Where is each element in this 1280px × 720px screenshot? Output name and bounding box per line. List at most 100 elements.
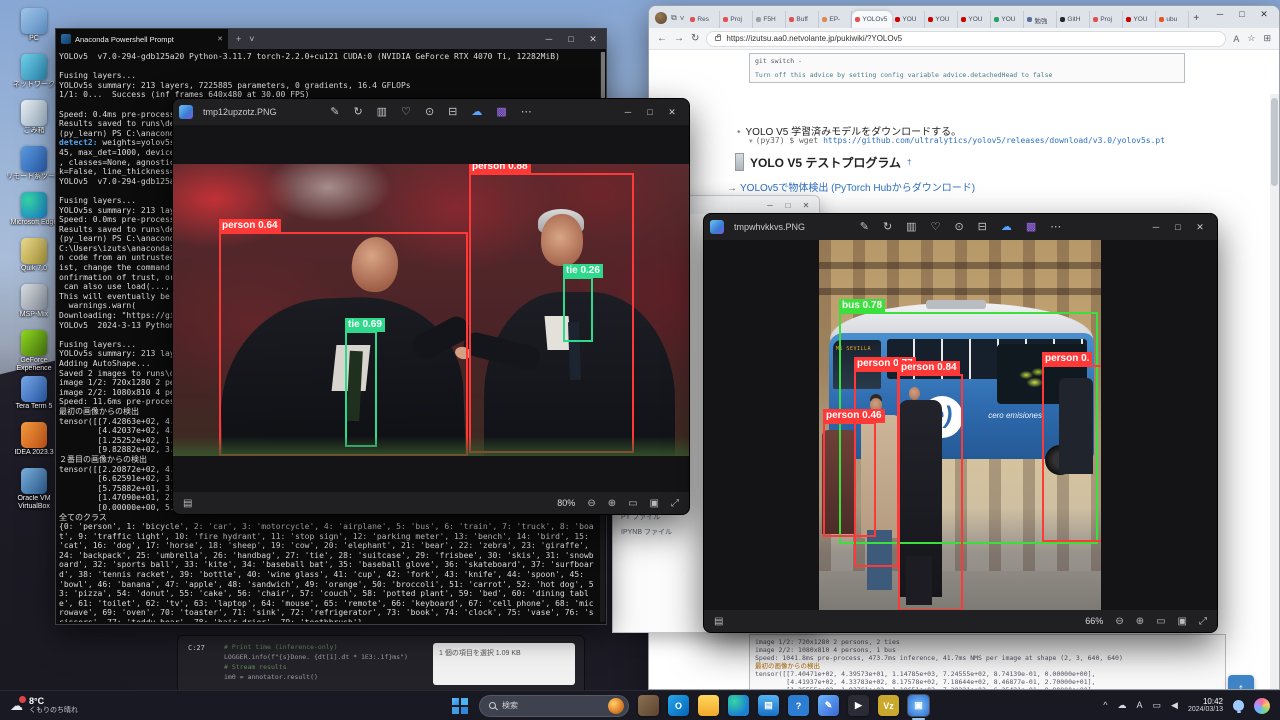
new-tab-button[interactable]: +: [1193, 13, 1199, 24]
zoom-icon[interactable]: ⊕: [608, 498, 616, 509]
taskbar-app-icon[interactable]: ✎: [818, 695, 839, 716]
zoom-icon[interactable]: ⊖: [1115, 616, 1123, 627]
profile-avatar[interactable]: [655, 12, 667, 24]
desktop-icon[interactable]: ごみ箱: [6, 100, 62, 144]
browser-tab[interactable]: YOU: [925, 11, 958, 28]
desktop-icon[interactable]: リモート系ツール: [6, 146, 62, 190]
browser-tab[interactable]: Proj: [1090, 11, 1123, 28]
tray-icon[interactable]: ◀: [1171, 700, 1178, 711]
toolbar-icon[interactable]: ♡: [931, 214, 941, 240]
zoom-icon[interactable]: ⊕: [1136, 616, 1144, 627]
url-bar[interactable]: https://izutsu.aa0.netvolante.jp/pukiwik…: [706, 31, 1226, 47]
minimize-button[interactable]: ─: [1209, 9, 1231, 20]
browser-tab[interactable]: YOU: [892, 11, 925, 28]
browser-tab[interactable]: ubu: [1156, 11, 1189, 28]
taskbar-weather-widget[interactable]: ☁ 8°C くもりのち晴れ: [0, 696, 88, 715]
browser-tab-active[interactable]: YOLOv5 ✕: [852, 11, 892, 28]
close-button[interactable]: ✕: [582, 34, 604, 45]
toolbar-icon[interactable]: ⋯: [1050, 214, 1061, 240]
maximize-button[interactable]: □: [1231, 9, 1253, 20]
desktop-icon[interactable]: Quik 7.0: [6, 238, 62, 282]
tray-icon[interactable]: ☁: [1118, 700, 1127, 711]
anchor-link[interactable]: †: [907, 158, 911, 167]
browser-tab[interactable]: 勉強: [1024, 11, 1057, 28]
taskbar-app-icon[interactable]: ▶: [848, 695, 869, 716]
scrollbar-thumb[interactable]: [1271, 98, 1278, 186]
browser-tab[interactable]: GitH: [1057, 11, 1090, 28]
maximize-button[interactable]: □: [779, 201, 797, 210]
minimize-button[interactable]: ─: [617, 107, 639, 118]
notification-bell-icon[interactable]: [1233, 700, 1244, 711]
maximize-button[interactable]: □: [639, 107, 661, 118]
photo-stage[interactable]: person 0.88 person 0.64 tie 0.69 tie 0.2…: [173, 125, 689, 492]
taskbar-app-icon[interactable]: Vz: [878, 695, 899, 716]
zoom-icon[interactable]: ⊖: [587, 498, 595, 509]
taskbar-clock[interactable]: 10:42 2024/03/13: [1188, 697, 1223, 714]
tray-icon[interactable]: ^: [1103, 700, 1107, 711]
photos-icon[interactable]: ▣: [908, 695, 929, 716]
browser-tab[interactable]: Proj: [720, 11, 753, 28]
close-button[interactable]: ✕: [661, 107, 683, 118]
vertical-tabs-icon[interactable]: ⧉: [671, 13, 677, 23]
new-tab-button[interactable]: +: [236, 34, 241, 44]
taskbar-app-icon[interactable]: [728, 695, 749, 716]
toolbar-icon[interactable]: ⋯: [521, 99, 532, 125]
taskbar-search[interactable]: 検索: [479, 695, 629, 717]
toolbar-icon[interactable]: ▥: [906, 214, 916, 240]
zoom-icon[interactable]: ▣: [650, 498, 659, 509]
desktop-icon[interactable]: PC: [6, 8, 62, 52]
filmstrip-icon[interactable]: ▤: [183, 498, 192, 509]
browser-tab[interactable]: EP-: [819, 11, 852, 28]
toolbar-icon[interactable]: ✎: [330, 99, 339, 125]
tray-icon[interactable]: A: [1137, 700, 1143, 711]
desktop-icon[interactable]: Oracle VM VirtualBox: [6, 468, 62, 512]
wget-link[interactable]: https://github.com/ultralytics/yolov5/re…: [823, 136, 1165, 145]
browser-tab[interactable]: YOU: [1123, 11, 1156, 28]
taskbar-app-icon[interactable]: [638, 695, 659, 716]
toolbar-icon[interactable]: ▥: [377, 99, 387, 125]
taskbar-app-icon[interactable]: ?: [788, 695, 809, 716]
toolbar-icon[interactable]: ⊟: [448, 99, 457, 125]
close-button[interactable]: ✕: [1253, 9, 1275, 20]
desktop-icon[interactable]: IDEA 2023.3: [6, 422, 62, 466]
toolbar-icon[interactable]: ▩: [496, 99, 506, 125]
toolbar-icon[interactable]: ⊙: [954, 214, 963, 240]
zoom-icon[interactable]: ▭: [628, 498, 637, 509]
minimize-button[interactable]: ─: [761, 201, 779, 210]
desktop-icon[interactable]: MSP-Mix: [6, 284, 62, 328]
tab-close-icon[interactable]: ✕: [217, 35, 223, 43]
zoom-icon[interactable]: ⤢: [671, 498, 679, 509]
scroll-to-top-button[interactable]: ↑: [1228, 675, 1254, 690]
filmstrip-icon[interactable]: ▤: [714, 616, 723, 627]
browser-tab[interactable]: YOU: [991, 11, 1024, 28]
desktop-icon[interactable]: ネットワーク: [6, 54, 62, 98]
tray-icon[interactable]: ▭: [1153, 700, 1162, 711]
toolbar-icon[interactable]: ✎: [860, 214, 869, 240]
start-button[interactable]: [452, 698, 468, 714]
browser-tab[interactable]: Res: [687, 11, 720, 28]
minimize-button[interactable]: ─: [1145, 222, 1167, 233]
minimize-button[interactable]: ─: [538, 34, 560, 45]
toolbar-icon[interactable]: ↻: [883, 214, 892, 240]
terminal-tab[interactable]: Anaconda Powershell Prompt ✕: [56, 29, 228, 49]
maximize-button[interactable]: □: [1167, 222, 1189, 233]
zoom-icon[interactable]: ▣: [1178, 616, 1187, 627]
refresh-icon[interactable]: ↻: [691, 33, 699, 44]
desktop-icon[interactable]: Microsoft Edge: [6, 192, 62, 236]
close-button[interactable]: ✕: [1189, 222, 1211, 233]
toolbar-icon[interactable]: ⊟: [978, 214, 987, 240]
yolov5-detection-link[interactable]: YOLOv5で物体検出 (PyTorch Hubからダウンロード): [740, 183, 975, 194]
copilot-ball-icon[interactable]: [1254, 698, 1270, 714]
taskbar-app-icon[interactable]: ▤: [758, 695, 779, 716]
tab-search-icon[interactable]: ˅: [680, 14, 685, 23]
photo-stage[interactable]: M1 SEVILLA e) cero emisiones. bus 0.78: [704, 240, 1217, 610]
desktop-icon[interactable]: GeForce Experience: [6, 330, 62, 374]
toolbar-icon[interactable]: ♡: [401, 99, 411, 125]
close-button[interactable]: ✕: [797, 201, 815, 210]
wiki-menu-item[interactable]: IPYNB ファイル: [621, 525, 672, 540]
tab-dropdown-icon[interactable]: ˅: [249, 34, 254, 44]
browser-tab[interactable]: Buff: [786, 11, 819, 28]
address-bar-icon[interactable]: ⊞: [1263, 33, 1271, 44]
desktop-icon[interactable]: Tera Term 5: [6, 376, 62, 420]
address-bar-icon[interactable]: A: [1233, 34, 1239, 44]
